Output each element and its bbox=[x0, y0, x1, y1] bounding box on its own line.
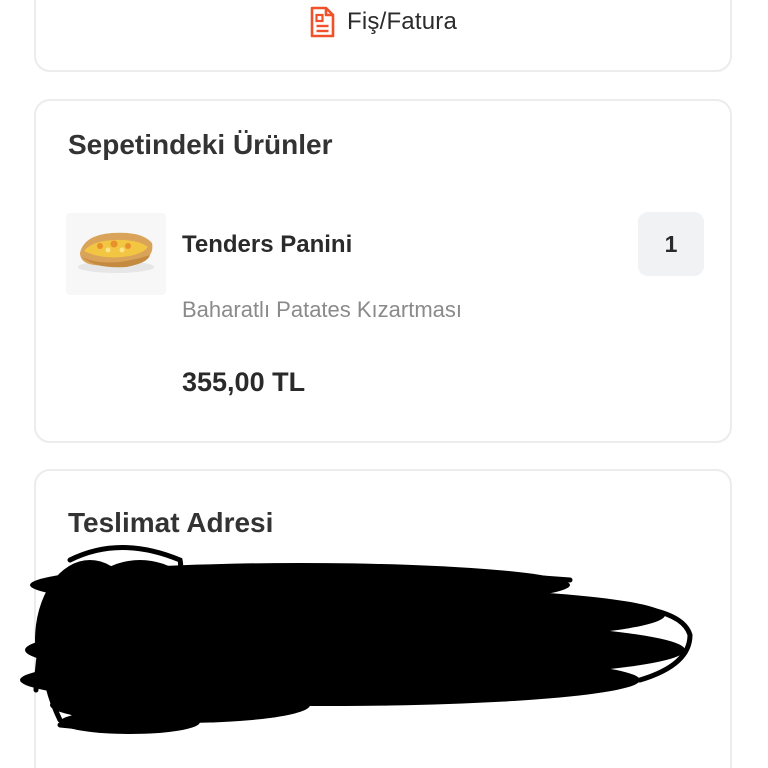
product-price: 355,00 TL bbox=[182, 367, 306, 397]
receipt-icon bbox=[309, 6, 335, 38]
order-detail-page: Fiş/Fatura Sepetindeki Ürünler Tenders P… bbox=[0, 0, 768, 768]
product-option: Baharatlı Patates Kızartması bbox=[182, 297, 463, 322]
address-title: Teslimat Adresi bbox=[68, 507, 274, 538]
product-name: Tenders Panini bbox=[182, 231, 353, 258]
basket-title: Sepetindeki Ürünler bbox=[68, 129, 333, 160]
receipt-card: Fiş/Fatura bbox=[34, 0, 732, 72]
receipt-button[interactable]: Fiş/Fatura bbox=[36, 6, 730, 38]
address-card: Teslimat Adresi bbox=[34, 469, 732, 768]
quantity-badge: 1 bbox=[638, 212, 704, 276]
basket-card: Sepetindeki Ürünler Tenders Panini Bahar… bbox=[34, 99, 732, 443]
receipt-label: Fiş/Fatura bbox=[346, 8, 458, 35]
product-image bbox=[66, 213, 166, 295]
